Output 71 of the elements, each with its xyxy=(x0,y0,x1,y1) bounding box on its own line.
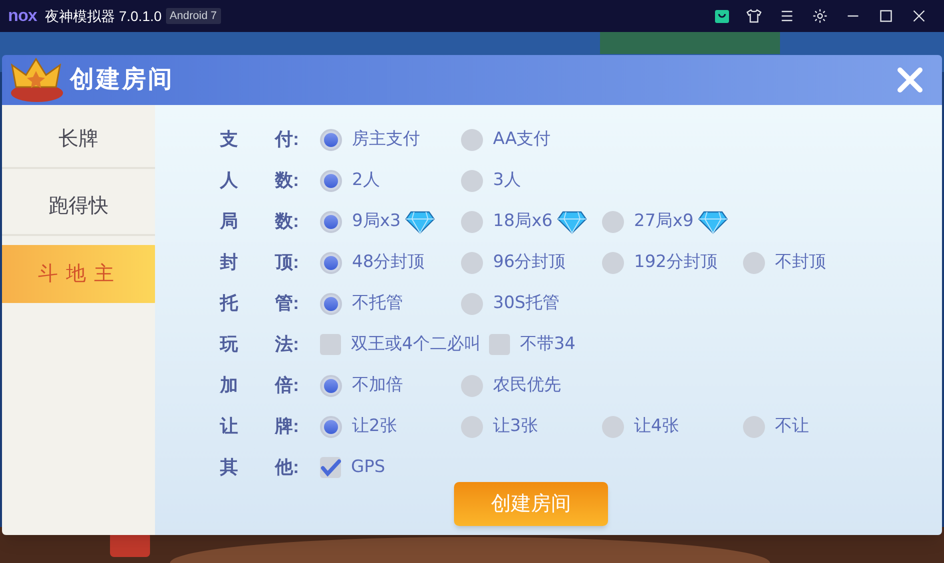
option-label: AA支付 xyxy=(493,128,551,151)
option-label: 18局x6 xyxy=(493,210,553,233)
option-label: 农民优先 xyxy=(493,374,561,397)
option-label: 9局x3 xyxy=(352,210,401,233)
shirt-icon[interactable] xyxy=(745,7,763,25)
option-label: 不让 xyxy=(775,414,809,438)
radio-button[interactable] xyxy=(461,416,483,438)
field-label: 牌: xyxy=(275,415,300,438)
checkbox[interactable] xyxy=(320,457,341,478)
option-label: 48分封顶 xyxy=(352,250,425,274)
field-label: 倍: xyxy=(275,374,300,397)
field-label: 封 xyxy=(220,251,239,274)
option-label: 3人 xyxy=(493,168,521,192)
maximize-icon[interactable] xyxy=(877,7,895,25)
radio-button[interactable] xyxy=(320,416,342,438)
option-label: 192分封顶 xyxy=(634,250,718,274)
option-label: 让4张 xyxy=(634,414,679,438)
checkbox[interactable] xyxy=(320,334,341,355)
app-logo: nox xyxy=(8,5,37,28)
radio-button[interactable] xyxy=(461,374,483,396)
radio-button[interactable] xyxy=(320,252,342,274)
field-label: 其 xyxy=(220,456,239,479)
version-badge: Android 7 xyxy=(166,8,221,24)
option-label: 30S托管 xyxy=(493,292,560,315)
field-label: 顶: xyxy=(275,251,300,274)
option-label: 2人 xyxy=(352,168,380,192)
field-label: 数: xyxy=(275,169,300,192)
radio-button[interactable] xyxy=(320,292,342,314)
radio-button[interactable] xyxy=(320,128,342,150)
option-label: GPS xyxy=(351,456,386,479)
shopping-bag-icon[interactable] xyxy=(714,8,730,24)
radio-button[interactable] xyxy=(320,170,342,192)
field-label: 让 xyxy=(220,415,239,438)
radio-button[interactable] xyxy=(461,252,483,274)
field-label: 托 xyxy=(220,292,240,315)
option-label: 让2张 xyxy=(352,414,397,438)
radio-button[interactable] xyxy=(602,210,624,232)
option-label: 不加倍 xyxy=(352,374,403,397)
radio-button[interactable] xyxy=(602,416,624,438)
option-label: 让3张 xyxy=(493,414,538,438)
field-label: 数: xyxy=(275,210,300,233)
option-label: 不托管 xyxy=(352,292,403,315)
field-label: 法: xyxy=(275,333,300,356)
radio-button[interactable] xyxy=(743,416,765,438)
field-label: 付: xyxy=(275,128,300,151)
dialog-title: 创建房间 xyxy=(70,65,174,95)
radio-button[interactable] xyxy=(743,252,765,274)
field-label: 人 xyxy=(220,169,239,192)
option-label: 双王或4个二必叫 xyxy=(351,332,481,356)
radio-button[interactable] xyxy=(461,210,483,232)
field-label: 他: xyxy=(275,456,300,479)
checkbox[interactable] xyxy=(488,334,510,355)
crown-icon xyxy=(8,57,66,103)
radio-button[interactable] xyxy=(461,292,483,314)
field-label: 玩 xyxy=(220,333,239,356)
option-label: 不封顶 xyxy=(775,250,826,274)
option-label: 不带34 xyxy=(520,332,576,356)
field-label: 局 xyxy=(220,210,239,233)
field-label: 管: xyxy=(275,292,300,315)
radio-button[interactable] xyxy=(461,170,483,192)
option-label: 96分封顶 xyxy=(493,250,566,274)
settings-icon[interactable] xyxy=(811,7,829,25)
radio-button[interactable] xyxy=(320,374,342,396)
window-title: 夜神模拟器 7.0.1.0 xyxy=(44,6,162,26)
radio-button[interactable] xyxy=(602,252,624,274)
option-label: 房主支付 xyxy=(352,128,420,151)
radio-button[interactable] xyxy=(461,128,483,150)
field-label: 支 xyxy=(220,128,239,151)
field-label: 加 xyxy=(220,374,239,397)
radio-button[interactable] xyxy=(320,210,342,232)
option-label: 27局x9 xyxy=(634,210,694,233)
